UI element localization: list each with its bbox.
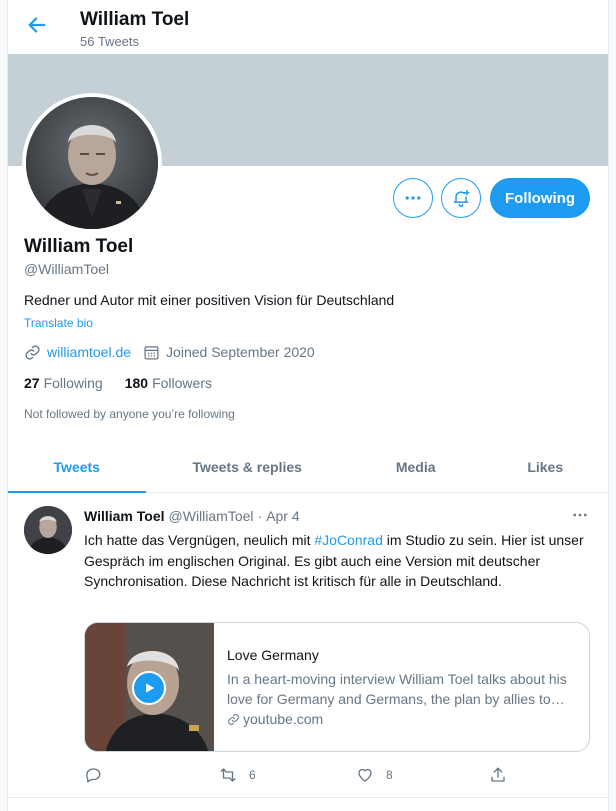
following-count-link[interactable]: 27 Following: [24, 375, 103, 391]
followers-count: 180: [124, 375, 149, 391]
tweet-date[interactable]: Apr 4: [266, 508, 299, 524]
tweet-separator: ·: [257, 508, 263, 524]
card-domain: youtube.com: [243, 711, 324, 727]
profile-tabs: Tweets Tweets & replies Media Likes: [8, 442, 608, 493]
link-icon: [228, 713, 239, 725]
arrow-left-icon: [28, 17, 46, 33]
profile-meta: williamtoel.de Joined September 2020: [24, 342, 327, 362]
tweet-author-name[interactable]: William Toel: [84, 508, 165, 524]
profile-page: William Toel 56 Tweets Following William…: [7, 0, 609, 811]
tab-media[interactable]: Media: [349, 442, 483, 492]
website-item[interactable]: williamtoel.de: [24, 344, 131, 361]
followers-label: Followers: [152, 375, 212, 391]
back-button[interactable]: [26, 14, 52, 40]
profile-name: William Toel: [24, 236, 134, 257]
bell-plus-icon: [453, 189, 470, 208]
tweet-text-part1: Ich hatte das Vergnügen, neulich mit: [84, 532, 315, 548]
card-title: Love Germany: [227, 647, 319, 663]
like-button[interactable]: 8: [356, 766, 393, 784]
top-bar: William Toel 56 Tweets: [8, 0, 608, 54]
like-count: 8: [386, 768, 393, 782]
retweet-count: 6: [249, 768, 256, 782]
card-body: Love Germany In a heart-moving interview…: [227, 647, 579, 727]
tab-tweets-replies[interactable]: Tweets & replies: [146, 442, 349, 492]
share-button[interactable]: [489, 766, 519, 784]
calendar-icon: [144, 345, 159, 360]
joined-item: Joined September 2020: [143, 344, 315, 361]
follow-counts: 27 Following 180 Followers: [24, 375, 234, 391]
link-icon: [25, 344, 40, 360]
link-preview-card[interactable]: Love Germany In a heart-moving interview…: [84, 622, 590, 752]
retweet-icon: [220, 768, 236, 782]
more-button[interactable]: [393, 178, 433, 218]
play-button[interactable]: [132, 671, 166, 705]
card-description: In a heart-moving interview William Toel…: [227, 671, 567, 707]
card-thumbnail: [85, 623, 214, 751]
profile-avatar[interactable]: [22, 93, 162, 233]
following-count: 27: [24, 375, 40, 391]
play-icon: [146, 683, 155, 693]
website-link[interactable]: williamtoel.de: [47, 344, 131, 360]
tab-likes[interactable]: Likes: [482, 442, 608, 492]
tweet-more-button[interactable]: [571, 506, 591, 526]
following-button[interactable]: Following: [490, 178, 590, 218]
followers-count-link[interactable]: 180 Followers: [125, 375, 212, 391]
avatar-image: [26, 97, 158, 229]
more-horizontal-icon: [405, 196, 421, 200]
card-url: youtube.com: [227, 711, 579, 727]
tweet-header: William Toel @WilliamToel · Apr 4: [84, 508, 300, 524]
tab-tweets[interactable]: Tweets: [8, 442, 146, 493]
tweet-text: Ich hatte das Vergnügen, neulich mit #Jo…: [84, 530, 584, 592]
tweet[interactable]: William Toel @WilliamToel · Apr 4 Ich ha…: [8, 494, 608, 798]
tweet-actions: 6 8: [84, 766, 514, 786]
following-label: Following: [43, 375, 103, 391]
profile-handle: @WilliamToel: [24, 261, 109, 277]
notifications-button[interactable]: [441, 178, 481, 218]
reply-icon: [86, 768, 101, 783]
more-horizontal-icon: [573, 513, 587, 517]
reply-button[interactable]: [84, 766, 114, 784]
share-icon: [491, 767, 505, 782]
tweet-author-handle[interactable]: @WilliamToel: [169, 508, 254, 524]
tweet-hashtag[interactable]: #JoConrad: [314, 532, 383, 548]
profile-bio: Redner und Autor mit einer positiven Vis…: [24, 292, 395, 308]
heart-icon: [358, 768, 372, 782]
not-followed-notice: Not followed by anyone you’re following: [24, 407, 235, 421]
translate-bio-link[interactable]: Translate bio: [24, 316, 93, 330]
tweet-avatar[interactable]: [24, 506, 72, 554]
joined-date: Joined September 2020: [166, 344, 315, 360]
header-tweet-count: 56 Tweets: [80, 34, 140, 49]
header-name: William Toel: [80, 9, 190, 30]
retweet-button[interactable]: 6: [219, 766, 256, 784]
